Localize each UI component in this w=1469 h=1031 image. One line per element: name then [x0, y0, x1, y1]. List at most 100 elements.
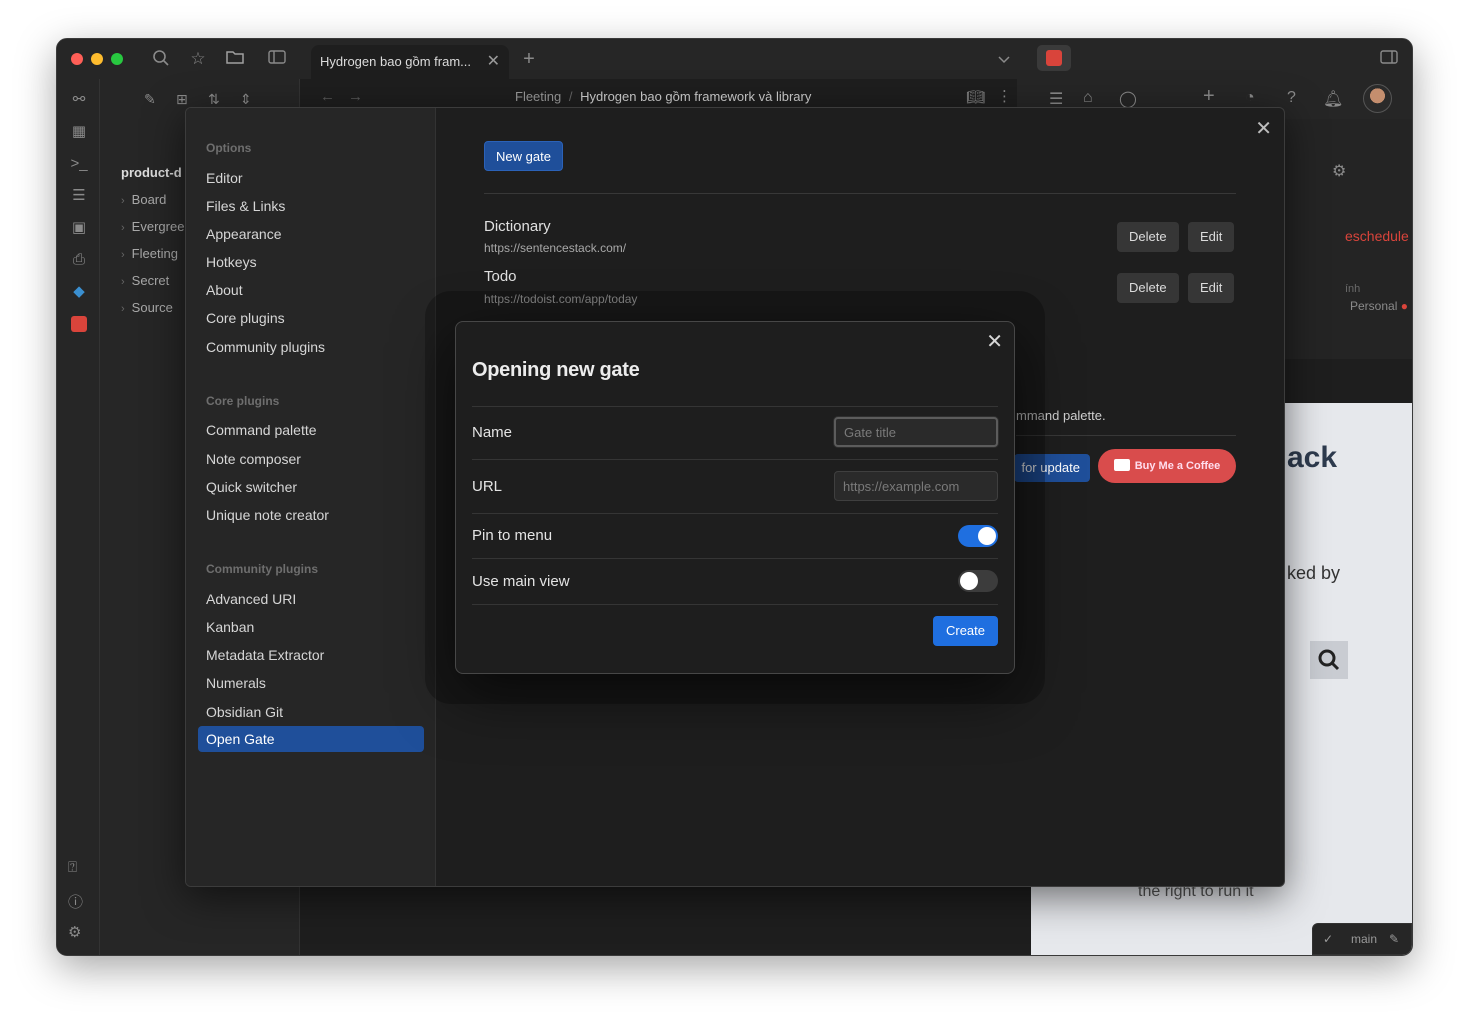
- bell-icon[interactable]: 🔔︎: [1323, 89, 1343, 109]
- nav-item-community-plugins[interactable]: Community plugins: [206, 339, 325, 355]
- nav-item-open-gate[interactable]: Open Gate: [198, 726, 424, 752]
- todoist-icon[interactable]: [68, 313, 90, 335]
- folder-item[interactable]: › Secret: [121, 273, 169, 288]
- search-icon[interactable]: [151, 49, 171, 69]
- activity-icon[interactable]: ◔: [1245, 89, 1255, 107]
- nav-item-numerals[interactable]: Numerals: [206, 675, 266, 691]
- nav-item-kanban[interactable]: Kanban: [206, 619, 254, 635]
- folder-label: Secret: [131, 273, 170, 288]
- avatar[interactable]: [1363, 84, 1392, 113]
- image-icon[interactable]: ▣: [68, 217, 90, 239]
- check-icon: ✓: [1323, 932, 1334, 946]
- new-gate-button[interactable]: New gate: [484, 141, 563, 171]
- nav-item-appearance[interactable]: Appearance: [206, 226, 282, 242]
- sidebar-toggle-icon[interactable]: [267, 49, 287, 69]
- task-meta: ính: [1345, 283, 1361, 295]
- edit-gate-button[interactable]: Edit: [1188, 273, 1235, 303]
- folder-item[interactable]: › Evergree: [121, 219, 184, 234]
- nav-item-quick-switcher[interactable]: Quick switcher: [206, 479, 297, 495]
- forward-arrow-icon[interactable]: →: [348, 88, 363, 105]
- new-folder-icon[interactable]: ⊞: [176, 91, 188, 108]
- nav-item-editor[interactable]: Editor: [206, 170, 243, 186]
- bookmark-star-icon[interactable]: ☆: [188, 49, 208, 69]
- check-update-button[interactable]: for update: [1014, 454, 1090, 482]
- more-options-icon[interactable]: ⋮: [997, 87, 1012, 105]
- kanban-icon[interactable]: ☰: [68, 185, 90, 207]
- nav-item-hotkeys[interactable]: Hotkeys: [206, 254, 257, 270]
- edit-icon[interactable]: ✎: [1389, 932, 1399, 946]
- file-search-icon[interactable]: ⎙: [68, 249, 90, 271]
- help-icon[interactable]: ⓘ: [68, 891, 83, 912]
- nav-item-command-palette[interactable]: Command palette: [206, 422, 317, 438]
- folder-icon[interactable]: [225, 49, 245, 69]
- folder-item[interactable]: › Fleeting: [121, 246, 178, 261]
- nav-item-unique-note[interactable]: Unique note creator: [206, 507, 329, 523]
- nav-item-note-composer[interactable]: Note composer: [206, 451, 301, 467]
- gate-url: https://todoist.com/app/today: [484, 292, 638, 306]
- gate-url-input[interactable]: [834, 471, 998, 501]
- tab-note[interactable]: Hydrogen bao gồm fram... ✕: [311, 45, 509, 79]
- filter-settings-icon[interactable]: ⚙: [1332, 161, 1346, 181]
- tab-list-chevron-icon[interactable]: [994, 49, 1014, 69]
- url-label: URL: [472, 478, 503, 495]
- new-note-icon[interactable]: ✎: [144, 91, 156, 108]
- help-icon[interactable]: ?: [1287, 89, 1296, 107]
- pin-to-menu-toggle[interactable]: [958, 525, 998, 547]
- nav-item-about[interactable]: About: [206, 282, 243, 298]
- gate-name: Todo: [484, 268, 517, 285]
- git-branch[interactable]: main: [1351, 932, 1377, 946]
- webview-search-button[interactable]: [1310, 641, 1348, 679]
- folder-item[interactable]: › Source: [121, 300, 173, 315]
- search-icon[interactable]: ◯: [1119, 89, 1137, 109]
- collapse-icon[interactable]: ⇕: [240, 91, 252, 108]
- terminal-icon[interactable]: >_: [68, 153, 90, 175]
- nav-item-files-links[interactable]: Files & Links: [206, 198, 285, 214]
- reading-view-icon[interactable]: 📖︎: [966, 88, 985, 106]
- breadcrumb-current[interactable]: Hydrogen bao gồm framework và library: [580, 89, 811, 104]
- graph-icon[interactable]: ⚯: [68, 89, 90, 111]
- close-window-button[interactable]: [71, 53, 83, 65]
- sort-icon[interactable]: ⇅: [208, 91, 220, 108]
- nav-section-core: Core plugins: [206, 394, 280, 408]
- use-main-view-label: Use main view: [472, 573, 570, 590]
- nav-item-metadata-extractor[interactable]: Metadata Extractor: [206, 647, 324, 663]
- reschedule-link[interactable]: eschedule: [1345, 228, 1409, 244]
- gate-title-input[interactable]: [834, 417, 998, 447]
- home-icon[interactable]: ⌂: [1083, 89, 1093, 107]
- minimize-window-button[interactable]: [91, 53, 103, 65]
- todoist-tab-icon[interactable]: [1037, 45, 1071, 71]
- delete-gate-button[interactable]: Delete: [1117, 222, 1179, 252]
- edit-gate-button[interactable]: Edit: [1188, 222, 1235, 252]
- nav-item-advanced-uri[interactable]: Advanced URI: [206, 591, 296, 607]
- right-sidebar-toggle-icon[interactable]: [1379, 49, 1399, 69]
- chevron-right-icon: ›: [121, 249, 125, 261]
- coffee-cup-icon: [1113, 459, 1130, 472]
- nav-item-core-plugins[interactable]: Core plugins: [206, 310, 285, 326]
- delete-gate-button[interactable]: Delete: [1117, 273, 1179, 303]
- maximize-window-button[interactable]: [111, 53, 123, 65]
- folder-item[interactable]: › Board: [121, 192, 166, 207]
- breadcrumb-parent[interactable]: Fleeting: [515, 89, 561, 104]
- coffee-label: Buy Me a Coffee: [1134, 460, 1221, 472]
- buy-me-coffee-button[interactable]: Buy Me a Coffee: [1098, 449, 1236, 483]
- gear-icon[interactable]: ⚙: [68, 923, 81, 941]
- folder-label: Source: [131, 300, 173, 315]
- divider: [472, 513, 998, 514]
- vault-name[interactable]: product-d: [121, 165, 182, 180]
- folder-label: Evergree: [131, 219, 185, 234]
- create-gate-button[interactable]: Create: [933, 616, 998, 646]
- add-icon[interactable]: +: [1203, 85, 1215, 108]
- use-main-view-toggle[interactable]: [958, 570, 998, 592]
- tab-close-icon[interactable]: ✕: [487, 51, 500, 71]
- modal-close-icon[interactable]: ✕: [986, 329, 1003, 354]
- layers-icon[interactable]: ◆: [68, 281, 90, 303]
- divider: [472, 604, 998, 605]
- new-tab-button[interactable]: +: [519, 49, 539, 69]
- vault-switch-icon[interactable]: ⍰: [68, 859, 77, 876]
- menu-icon[interactable]: ☰: [1049, 89, 1063, 109]
- settings-close-icon[interactable]: ✕: [1255, 116, 1272, 141]
- webview-text: ked by: [1287, 563, 1341, 583]
- canvas-grid-icon[interactable]: ▦: [68, 121, 90, 143]
- back-arrow-icon[interactable]: ←: [320, 88, 335, 105]
- nav-item-obsidian-git[interactable]: Obsidian Git: [206, 704, 283, 720]
